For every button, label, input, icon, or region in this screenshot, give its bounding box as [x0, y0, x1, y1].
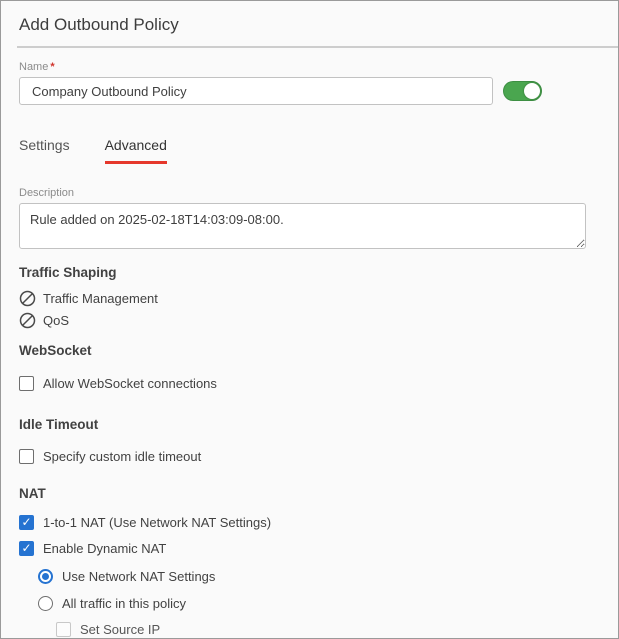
idle-timeout-heading: Idle Timeout [19, 417, 99, 432]
qos-label: QoS [43, 312, 70, 328]
enable-dynamic-nat-checkbox[interactable] [19, 541, 34, 556]
page-title: Add Outbound Policy [19, 15, 179, 34]
use-network-nat-settings-radio[interactable] [38, 569, 53, 584]
set-source-ip-row: Set Source IP [56, 621, 618, 638]
all-traffic-label: All traffic in this policy [62, 596, 187, 611]
allow-websocket-checkbox[interactable] [19, 376, 34, 391]
policy-name-input[interactable] [19, 77, 493, 105]
custom-idle-timeout-checkbox[interactable] [19, 449, 34, 464]
description-label: Description [19, 187, 75, 199]
toggle-knob [524, 83, 540, 99]
set-source-ip-label: Set Source IP [80, 622, 161, 637]
qos-item[interactable]: QoS [19, 311, 618, 329]
policy-enabled-toggle[interactable] [503, 81, 542, 101]
prohibited-icon [19, 312, 36, 328]
tab-settings[interactable]: Settings [19, 137, 70, 164]
all-traffic-row: All traffic in this policy [38, 595, 618, 612]
allow-websocket-label: Allow WebSocket connections [43, 376, 217, 391]
one-to-one-nat-checkbox[interactable] [19, 515, 34, 530]
traffic-management-label: Traffic Management [43, 290, 158, 306]
use-network-nat-settings-row: Use Network NAT Settings [38, 568, 618, 585]
custom-idle-timeout-label: Specify custom idle timeout [43, 449, 202, 464]
add-outbound-policy-dialog: Add Outbound Policy Name* Settings Advan… [0, 0, 619, 639]
title-divider [17, 46, 618, 48]
traffic-management-item[interactable]: Traffic Management [19, 289, 618, 307]
name-field-label: Name * [19, 61, 55, 73]
enable-dynamic-nat-label: Enable Dynamic NAT [43, 541, 167, 556]
traffic-shaping-heading: Traffic Shaping [19, 265, 117, 280]
required-asterisk: * [50, 61, 55, 73]
tab-bar: Settings Advanced [19, 137, 618, 164]
use-network-nat-settings-label: Use Network NAT Settings [62, 569, 216, 584]
set-source-ip-checkbox[interactable] [56, 622, 71, 637]
prohibited-icon [19, 290, 36, 306]
websocket-heading: WebSocket [19, 343, 92, 358]
name-row [19, 77, 600, 105]
one-to-one-nat-label: 1-to-1 NAT (Use Network NAT Settings) [43, 515, 272, 530]
one-to-one-nat-row: 1-to-1 NAT (Use Network NAT Settings) [19, 514, 618, 531]
custom-idle-timeout-row: Specify custom idle timeout [19, 448, 618, 465]
nat-heading: NAT [19, 486, 46, 501]
enable-dynamic-nat-row: Enable Dynamic NAT [19, 540, 618, 557]
tab-advanced[interactable]: Advanced [104, 137, 167, 164]
all-traffic-radio[interactable] [38, 596, 53, 611]
allow-websocket-row: Allow WebSocket connections [19, 375, 618, 392]
description-textarea[interactable]: Rule added on 2025-02-18T14:03:09-08:00. [19, 203, 586, 249]
